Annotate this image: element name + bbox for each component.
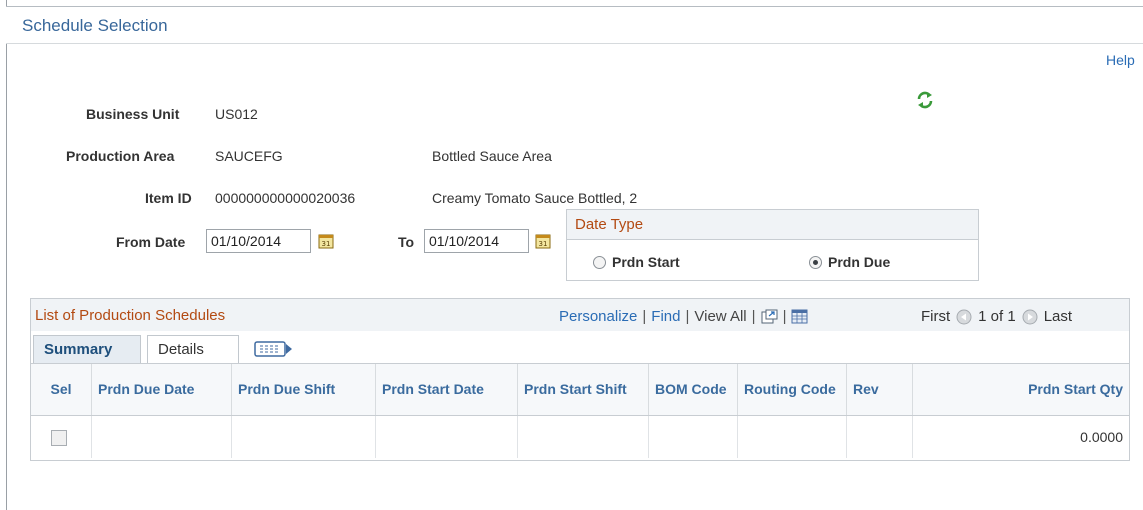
prdn-start-radio-label: Prdn Start bbox=[612, 254, 680, 270]
svg-text:31: 31 bbox=[322, 240, 331, 248]
help-link[interactable]: Help bbox=[1106, 52, 1135, 68]
spreadsheet-icon[interactable] bbox=[791, 309, 808, 324]
cell-prdn-start-date bbox=[376, 416, 518, 458]
to-date-input[interactable] bbox=[424, 229, 529, 253]
production-schedules-grid: List of Production Schedules Personalize… bbox=[30, 298, 1130, 461]
tab-summary[interactable]: Summary bbox=[33, 335, 141, 363]
grid-column-headers: Sel Prdn Due Date Prdn Due Shift Prdn St… bbox=[31, 363, 1129, 416]
item-id-label: Item ID bbox=[145, 190, 192, 206]
production-area-label: Production Area bbox=[66, 148, 175, 164]
new-window-icon[interactable] bbox=[761, 309, 778, 324]
svg-text:31: 31 bbox=[539, 240, 548, 248]
column-header-prdn-due-date[interactable]: Prdn Due Date bbox=[92, 364, 232, 415]
prdn-start-radio-option[interactable]: Prdn Start bbox=[593, 254, 680, 270]
personalize-link[interactable]: Personalize bbox=[559, 308, 637, 325]
nav-separator: | bbox=[751, 308, 756, 325]
show-all-columns-icon[interactable] bbox=[253, 339, 295, 359]
page-header: Schedule Selection bbox=[6, 6, 1143, 44]
grid-nav: Personalize | Find | View All | | bbox=[559, 308, 808, 325]
column-header-rev[interactable]: Rev bbox=[847, 364, 913, 415]
production-area-value: SAUCEFG bbox=[215, 148, 283, 164]
pager-last: Last bbox=[1043, 308, 1073, 325]
to-date-label: To bbox=[398, 234, 415, 250]
production-area-description: Bottled Sauce Area bbox=[432, 148, 552, 164]
find-link[interactable]: Find bbox=[651, 308, 680, 325]
next-arrow-icon[interactable] bbox=[1022, 309, 1038, 325]
nav-separator: | bbox=[782, 308, 787, 325]
pager-range: 1 of 1 bbox=[978, 308, 1016, 325]
tab-details[interactable]: Details bbox=[147, 335, 239, 363]
pager: First 1 of 1 Last bbox=[921, 308, 1072, 325]
row-select-checkbox[interactable] bbox=[51, 430, 67, 446]
from-date-calendar-icon[interactable]: 31 bbox=[318, 233, 334, 249]
cell-routing-code bbox=[738, 416, 847, 458]
prdn-start-radio[interactable] bbox=[593, 255, 606, 269]
table-row: 0.0000 bbox=[31, 416, 1129, 460]
cell-prdn-due-shift bbox=[232, 416, 376, 458]
nav-separator: | bbox=[685, 308, 690, 325]
from-date-input[interactable] bbox=[206, 229, 311, 253]
business-unit-value: US012 bbox=[215, 106, 258, 122]
page-title: Schedule Selection bbox=[22, 16, 168, 35]
cell-sel bbox=[31, 416, 92, 458]
to-date-calendar-icon[interactable]: 31 bbox=[535, 233, 551, 249]
column-header-prdn-due-shift[interactable]: Prdn Due Shift bbox=[232, 364, 376, 415]
view-all-link[interactable]: View All bbox=[694, 308, 746, 325]
column-header-prdn-start-shift[interactable]: Prdn Start Shift bbox=[518, 364, 649, 415]
grid-tabs: Summary Details bbox=[31, 331, 1129, 363]
date-type-group: Date Type Prdn Start Prdn Due bbox=[566, 209, 979, 281]
column-header-prdn-start-qty[interactable]: Prdn Start Qty bbox=[913, 364, 1129, 415]
item-id-description: Creamy Tomato Sauce Bottled, 2 bbox=[432, 190, 638, 206]
previous-arrow-icon[interactable] bbox=[956, 309, 972, 325]
cell-prdn-start-qty: 0.0000 bbox=[913, 416, 1129, 458]
business-unit-label: Business Unit bbox=[86, 106, 180, 122]
refresh-icon[interactable] bbox=[915, 90, 935, 110]
cell-bom-code bbox=[649, 416, 738, 458]
cell-prdn-start-shift bbox=[518, 416, 649, 458]
nav-separator: | bbox=[642, 308, 647, 325]
prdn-start-qty-value: 0.0000 bbox=[1080, 429, 1123, 445]
date-type-title: Date Type bbox=[567, 210, 978, 240]
grid-title: List of Production Schedules bbox=[35, 307, 226, 324]
prdn-due-radio[interactable] bbox=[809, 255, 822, 269]
left-frame-border bbox=[6, 0, 7, 510]
cell-rev bbox=[847, 416, 913, 458]
prdn-due-radio-label: Prdn Due bbox=[828, 254, 891, 270]
column-header-routing-code[interactable]: Routing Code bbox=[738, 364, 847, 415]
from-date-label: From Date bbox=[116, 234, 186, 250]
column-header-prdn-start-date[interactable]: Prdn Start Date bbox=[376, 364, 518, 415]
grid-header: List of Production Schedules Personalize… bbox=[31, 299, 1129, 331]
cell-prdn-due-date bbox=[92, 416, 232, 458]
prdn-due-radio-option[interactable]: Prdn Due bbox=[809, 254, 890, 270]
item-id-value: 000000000000020036 bbox=[215, 190, 356, 206]
pager-first: First bbox=[921, 308, 951, 325]
column-header-sel: Sel bbox=[31, 364, 92, 415]
column-header-bom-code[interactable]: BOM Code bbox=[649, 364, 738, 415]
